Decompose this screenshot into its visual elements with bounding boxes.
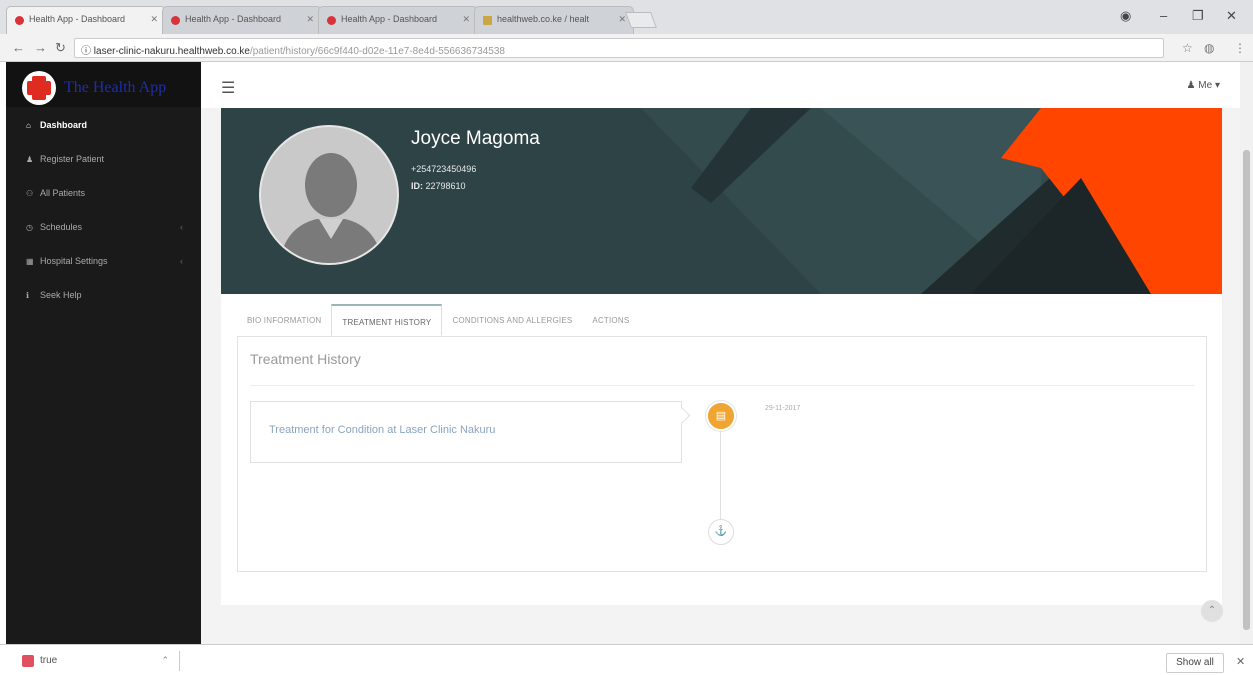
chevron-left-icon: ‹ [180, 256, 183, 266]
tab-treatment-history[interactable]: TREATMENT HISTORY [331, 304, 443, 336]
new-tab-button[interactable] [625, 12, 657, 28]
browser-tab-label: Health App - Dashboard [341, 14, 438, 24]
sidebar-nav: ⌂ Dashboard ♟ Register Patient ⚇ All Patien… [6, 108, 201, 312]
profile-icon[interactable]: ◉ [1120, 8, 1131, 24]
clipboard-icon: ▤ [706, 401, 736, 431]
browser-menu-icon[interactable]: ⋮ [1234, 41, 1246, 55]
users-icon: ⚇ [26, 189, 34, 198]
sidebar: The Health App ⌂ Dashboard ♟ Register Pati… [6, 62, 201, 644]
favicon-icon [327, 16, 336, 25]
timeline-date: 29-11-2017 [765, 405, 801, 412]
clock-icon: ◷ [26, 223, 33, 232]
sidebar-item-label: Hospital Settings [40, 256, 108, 266]
treatment-history-panel: Treatment History Treatment for Conditio… [237, 336, 1207, 572]
user-menu-label: Me [1198, 80, 1213, 91]
anchor-icon: ⚓ [708, 519, 734, 545]
favicon-icon [483, 16, 492, 25]
show-all-button[interactable]: Show all [1166, 653, 1224, 673]
main-content: Joyce Magoma +254723450496 ID: 22798610 … [201, 108, 1240, 644]
download-file-name: true [40, 655, 58, 666]
close-window-icon[interactable]: ✕ [1226, 8, 1237, 24]
sidebar-item-label: Dashboard [40, 120, 88, 130]
home-icon: ⌂ [26, 121, 31, 130]
info-icon: ℹ [26, 291, 30, 300]
browser-tab-strip: Health App - Dashboard ✕ Health App - Da… [0, 0, 1253, 34]
sidebar-item-label: Seek Help [40, 290, 82, 300]
divider [250, 385, 1195, 386]
file-icon [22, 655, 34, 667]
chevron-left-icon: ‹ [180, 222, 183, 232]
forward-icon[interactable]: → [34, 40, 47, 55]
url-path: /patient/history/66c9f440-d02e-11e7-8e4d… [249, 46, 505, 57]
info-icon[interactable]: ⓘ [81, 46, 94, 57]
browser-toolbar: ← → ↻ ⓘ laser-clinic-nakuru.healthweb.co… [0, 34, 1253, 62]
scrollbar-thumb[interactable] [1243, 150, 1250, 630]
close-tab-icon[interactable]: ✕ [462, 14, 470, 25]
brand-name: The Health App [64, 78, 167, 96]
user-menu[interactable]: ♟ Me ▾ [1187, 80, 1220, 91]
timeline-entry: Treatment for Condition at Laser Clinic … [250, 401, 682, 463]
patient-phone: +254723450496 [411, 164, 477, 174]
sidebar-item-register-patient[interactable]: ♟ Register Patient [6, 142, 201, 176]
sidebar-item-label: Register Patient [40, 154, 105, 164]
minimize-icon[interactable]: – [1160, 8, 1167, 23]
patient-id: ID: 22798610 [411, 181, 466, 191]
sidebar-item-schedules[interactable]: ◷ Schedules ‹ [6, 210, 201, 244]
person-silhouette-icon [279, 153, 383, 263]
close-download-bar-icon[interactable]: ✕ [1236, 655, 1245, 668]
chevron-up-icon[interactable]: ⌃ [161, 655, 169, 666]
page-scrollbar[interactable] [1240, 62, 1253, 644]
sidebar-item-dashboard[interactable]: ⌂ Dashboard [6, 108, 201, 142]
hospital-icon: ▦ [26, 257, 34, 266]
reload-icon[interactable]: ↻ [55, 40, 66, 56]
tab-actions[interactable]: ACTIONS [582, 304, 639, 336]
sidebar-item-seek-help[interactable]: ℹ Seek Help [6, 278, 201, 312]
patient-profile-card: Joyce Magoma +254723450496 ID: 22798610 … [221, 108, 1222, 605]
browser-tab[interactable]: Health App - Dashboard ✕ [6, 6, 166, 34]
patient-id-label: ID: [411, 181, 423, 191]
brand[interactable]: The Health App [6, 62, 201, 107]
download-bar: true ⌃ Show all ✕ [0, 644, 1253, 675]
profile-banner: Joyce Magoma +254723450496 ID: 22798610 [221, 108, 1222, 294]
close-tab-icon[interactable]: ✕ [150, 14, 158, 25]
browser-tab[interactable]: healthweb.co.ke / healt ✕ [474, 6, 634, 34]
close-tab-icon[interactable]: ✕ [306, 14, 314, 25]
browser-tab[interactable]: Health App - Dashboard ✕ [318, 6, 478, 34]
profile-tabs: BIO INFORMATION TREATMENT HISTORY CONDIT… [237, 304, 639, 336]
tab-bio-information[interactable]: BIO INFORMATION [237, 304, 331, 336]
sidebar-item-label: All Patients [40, 188, 86, 198]
sidebar-item-label: Schedules [40, 222, 83, 232]
caret-down-icon: ▾ [1214, 80, 1220, 91]
timeline-line [720, 431, 721, 519]
avatar [259, 125, 399, 265]
patient-id-value: 22798610 [425, 181, 466, 191]
bookmark-star-icon[interactable]: ☆ [1182, 41, 1193, 55]
favicon-icon [171, 16, 180, 25]
favicon-icon [15, 16, 24, 25]
section-title: Treatment History [250, 351, 361, 367]
sidebar-item-all-patients[interactable]: ⚇ All Patients [6, 176, 201, 210]
scroll-to-top-button[interactable]: ⌃ [1201, 600, 1223, 622]
treatment-link[interactable]: Treatment for Condition at Laser Clinic … [269, 424, 495, 436]
maximize-icon[interactable]: ❐ [1192, 8, 1204, 24]
hamburger-menu-icon[interactable]: ☰ [221, 78, 235, 98]
red-cross-logo-icon [22, 70, 56, 105]
browser-tab-label: Health App - Dashboard [185, 14, 282, 24]
user-icon: ♟ [26, 155, 34, 164]
browser-tab-label: Health App - Dashboard [29, 14, 126, 24]
close-tab-icon[interactable]: ✕ [618, 14, 626, 25]
top-header: ☰ ♟ Me ▾ [201, 62, 1240, 108]
address-bar[interactable]: ⓘ laser-clinic-nakuru.healthweb.co.ke/pa… [74, 38, 1164, 58]
user-icon: ♟ [1186, 80, 1199, 91]
back-icon[interactable]: ← [12, 40, 25, 55]
browser-tab-label: healthweb.co.ke / healt [497, 14, 590, 24]
tab-conditions-and-allergies[interactable]: CONDITIONS AND ALLERGIES [442, 304, 582, 336]
extension-icon[interactable]: ◍ [1204, 41, 1214, 55]
download-item[interactable]: true ⌃ [12, 651, 180, 671]
browser-tab[interactable]: Health App - Dashboard ✕ [162, 6, 322, 34]
patient-name: Joyce Magoma [411, 128, 540, 149]
sidebar-item-hospital-settings[interactable]: ▦ Hospital Settings ‹ [6, 244, 201, 278]
url-host: laser-clinic-nakuru.healthweb.co.ke [93, 46, 250, 57]
